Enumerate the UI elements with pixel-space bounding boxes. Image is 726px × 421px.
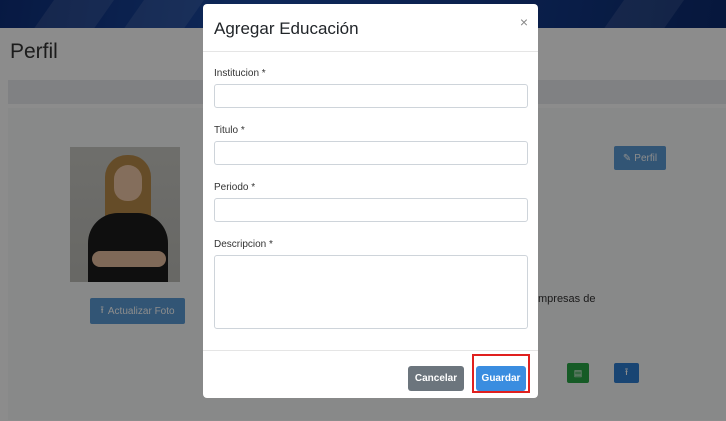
descripcion-textarea[interactable] [214,255,528,329]
modal-footer: Cancelar Guardar [203,350,538,398]
titulo-input[interactable] [214,141,528,165]
close-icon[interactable]: × [520,14,528,30]
cancel-button[interactable]: Cancelar [408,366,464,391]
add-education-modal: Agregar Educación × Institucion * Titulo… [203,4,538,398]
periodo-label: Periodo * [214,182,256,193]
save-button-highlight [472,354,530,393]
descripcion-label: Descripcion * [214,239,273,250]
periodo-input[interactable] [214,198,528,222]
titulo-label: Titulo * [214,125,245,136]
modal-title: Agregar Educación [214,19,359,38]
institucion-input[interactable] [214,84,528,108]
institucion-label: Institucion * [214,68,266,79]
modal-header: Agregar Educación × [203,4,538,52]
